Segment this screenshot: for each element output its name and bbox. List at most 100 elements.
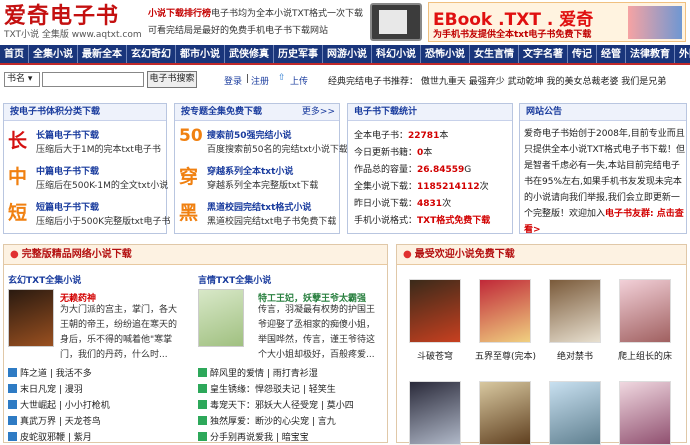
book-desc: 传言，羽凝最有权势的护国王爷迎娶了丞相家的痴傻小姐，举国哗然，传言，谨王爷待这个… (258, 305, 376, 360)
nav-item[interactable]: 都市小说 (176, 45, 225, 63)
list-item[interactable]: 皮蛇驭邪鞭 | 紫月 (8, 430, 92, 443)
square-icon (8, 384, 17, 393)
category-link[interactable]: 长篇电子书下载 (36, 128, 99, 141)
list-item[interactable]: 醉风里的爱情 | 雨打青衫湿 (198, 366, 318, 379)
book-title[interactable]: 绝对禁书 (545, 349, 605, 362)
ereader-image (370, 3, 422, 41)
nav-item[interactable]: 历史军事 (274, 45, 323, 63)
list-item[interactable]: 真武万界 | 天龙苍鸟 (8, 414, 101, 427)
topic-link[interactable]: 穿越系列全本txt小说 (207, 164, 293, 177)
stat-row: 手机小说格式：TXT格式免费下载 (354, 216, 491, 226)
login-link[interactable]: 登录 (224, 74, 242, 87)
book-cover[interactable] (409, 381, 461, 445)
category-link[interactable]: 中篇电子书下载 (36, 164, 99, 177)
book-cover[interactable] (479, 279, 531, 343)
nav-item[interactable]: 武侠修真 (225, 45, 274, 63)
site-header: 爱奇电子书 TXT小说 全集版 www.aqtxt.com 小说下载排行榜电子书… (0, 0, 690, 44)
site-logo[interactable]: 爱奇电子书 TXT小说 全集版 www.aqtxt.com (4, 4, 142, 42)
nav-item[interactable]: 玄幻奇幻 (127, 45, 176, 63)
separator: | (246, 74, 250, 84)
list-item[interactable]: 大世崛起 | 小小打枪机 (8, 398, 110, 411)
book-cover[interactable] (8, 289, 54, 347)
logo-text: 爱奇电子书 (4, 4, 120, 29)
stats-panel: 电子书下载统计 全本电子书：22781本 今日更新书籍：0本 作品总的容量：26… (347, 103, 513, 234)
register-link[interactable]: 注册 (251, 74, 269, 87)
nav-item[interactable]: 经管 (597, 45, 626, 63)
header-banner[interactable]: EBook .TXT . 爱奇 为手机书友提供全本txt电子书免费下载 (428, 2, 686, 42)
search-input[interactable] (42, 72, 144, 87)
topic-char: 黑 (179, 202, 199, 224)
notice-text: 爱奇电子书始创于2008年,目前专业而且只提供全本小说TXT格式电子书下载！但是… (524, 129, 686, 234)
search-type-select[interactable]: 书名 ▾ (4, 72, 40, 87)
panel-title: 按专题全集免费下载 更多>> (175, 104, 339, 121)
nav-item[interactable]: 首页 (0, 45, 29, 63)
list-item[interactable]: 独然厚爱：断沙的心尖宠 | 言九 (198, 414, 336, 427)
stat-row: 昨日小说下载：4831次 (354, 199, 452, 209)
panel-title: 按电子书体积分类下载 (4, 104, 166, 121)
square-icon (8, 400, 17, 409)
book-cover[interactable] (549, 279, 601, 343)
panel-title: 电子书下载统计 (348, 104, 512, 121)
featured-title: ● 完整版精品网络小说下载 (4, 245, 387, 265)
topic-link[interactable]: 搜索前50强完结小说 (207, 128, 292, 141)
upload-icon: ⇧ (278, 73, 286, 83)
category-desc: 压缩后小于500K完整版txt电子书 (36, 217, 171, 227)
nav-item[interactable]: 科幻小说 (372, 45, 421, 63)
square-icon (8, 432, 17, 441)
list-item[interactable]: 末日凡宠 | 漫羽 (8, 382, 83, 395)
stat-row: 作品总的容量：26.84559G (354, 165, 472, 175)
topic-link[interactable]: 黑道校园完结txt格式小说 (207, 200, 311, 213)
banner-books-image (628, 6, 682, 39)
stat-row: 全集小说下载：1185214112次 (354, 182, 489, 192)
square-icon (8, 368, 17, 377)
nav-item[interactable]: 网游小说 (323, 45, 372, 63)
book-desc: 为大门派的宫主，掌门，各大王朝的帝王，纷纷追在寒天的身后，乐不得的喊着他"寒掌门… (60, 305, 178, 360)
nav-item[interactable]: 女生言情 (470, 45, 519, 63)
main-nav: 首页 全集小说 最新全本 玄幻奇幻 都市小说 武侠修真 历史军事 网游小说 科幻小说 恐怖小说 女生… (0, 45, 690, 65)
topic-desc: 百度搜索前50名的完结txt小说下载 (207, 145, 348, 155)
nav-item[interactable]: 恐怖小说 (421, 45, 470, 63)
fantasy-header[interactable]: 玄幻TXT全集小说 (8, 273, 81, 286)
category-desc: 压缩后大于1M的完本txt电子书 (36, 145, 161, 155)
list-item[interactable]: 皇生锈缘：悍怨驳夫记 | 轻笑生 (198, 382, 336, 395)
topic-desc: 黑道校园完结txt电子书免费下载 (207, 217, 337, 227)
chevron-down-icon: ▾ (27, 74, 33, 84)
square-icon (198, 432, 207, 441)
book-cover[interactable] (619, 279, 671, 343)
square-icon (198, 384, 207, 393)
nav-item[interactable]: 外国名著 (675, 45, 690, 63)
book-cover[interactable] (619, 381, 671, 445)
list-item[interactable]: 毒宠天下：邪妖大人径受宠 | 莫小四 (198, 398, 354, 411)
book-title[interactable]: 五界至尊(完本) (475, 349, 536, 362)
popular-title: ● 最受欢迎小说免费下载 (397, 245, 686, 265)
bullet-icon: ● (403, 249, 412, 260)
search-button[interactable]: 电子书搜索 (147, 71, 197, 88)
nav-item[interactable]: 全集小说 (29, 45, 78, 63)
nav-item[interactable]: 最新全本 (78, 45, 127, 63)
stat-row: 全本电子书：22781本 (354, 131, 449, 141)
book-cover[interactable] (198, 289, 244, 347)
book-title[interactable]: 斗破苍穹 (405, 349, 465, 362)
more-link[interactable]: 更多>> (302, 104, 339, 121)
upload-link[interactable]: 上传 (290, 74, 308, 87)
category-char: 长 (8, 130, 28, 152)
featured-panel: ● 完整版精品网络小说下载 玄幻TXT全集小说 无赖药神 为大门派的宫主，掌门，各… (3, 244, 388, 443)
category-char: 短 (8, 202, 28, 224)
book-title[interactable]: 爬上组长的床 (615, 349, 675, 362)
nav-item[interactable]: 传记 (568, 45, 597, 63)
romance-header[interactable]: 言情TXT全集小说 (198, 273, 271, 286)
nav-item[interactable]: 文字名著 (519, 45, 568, 63)
panel-title: 网站公告 (520, 104, 686, 121)
category-link[interactable]: 短篇电子书下载 (36, 200, 99, 213)
book-cover[interactable] (549, 381, 601, 445)
bullet-icon: ● (10, 249, 19, 260)
nav-item[interactable]: 法律教育 (626, 45, 675, 63)
topic-panel: 按专题全集免费下载 更多>> 50 搜索前50强完结小说 百度搜索前50名的完结t… (174, 103, 348, 234)
topic-desc: 穿越系列全本完整版txt下载 (207, 181, 319, 191)
list-item[interactable]: 阵之道 | 我活不多 (8, 366, 92, 379)
book-cover[interactable] (409, 279, 461, 343)
book-cover[interactable] (479, 381, 531, 445)
list-item[interactable]: 分手别再说爱我 | 暗宝宝 (198, 430, 309, 443)
square-icon (198, 400, 207, 409)
search-bar: 书名 ▾ 电子书搜索 登录 | 注册 ⇧ 上传 经典完结电子书推荐： 傲世九重天… (0, 70, 690, 92)
